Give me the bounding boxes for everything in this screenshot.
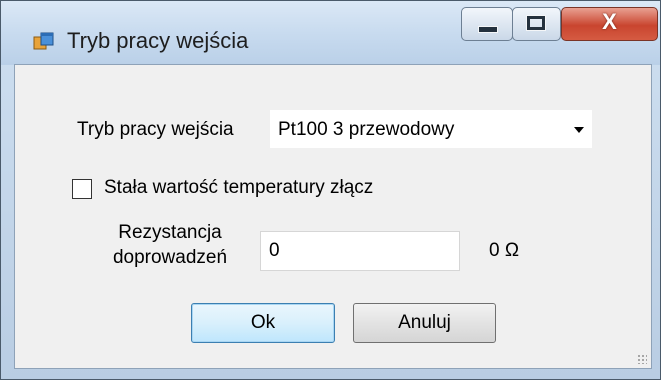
maximize-icon [527,16,545,30]
constant-temp-checkbox[interactable] [72,179,92,199]
resistance-label-line1: Rezystancja [118,222,222,243]
mode-select-value: Pt100 3 przewodowy [278,119,455,140]
constant-temp-label[interactable]: Stała wartość temperatury złącz [104,177,373,199]
mode-label: Tryb pracy wejścia [77,119,234,140]
title-bar[interactable]: Tryb pracy wejścia X [1,1,660,65]
dialog-window: Tryb pracy wejścia X Tryb pracy wejścia … [0,0,661,380]
close-button[interactable]: X [561,7,658,41]
chevron-down-icon[interactable] [574,127,584,133]
window-title: Tryb pracy wejścia [67,28,249,53]
minimize-button[interactable] [461,7,513,41]
mode-select[interactable]: Pt100 3 przewodowy [269,109,593,149]
resistance-label-line2: doprowadzeń [112,247,228,268]
resistance-input[interactable] [260,231,460,271]
dialog-client-area: Tryb pracy wejścia Pt100 3 przewodowy St… [14,64,652,369]
cancel-button[interactable]: Anuluj [353,303,496,343]
maximize-button[interactable] [512,7,561,41]
close-icon: X [602,9,617,34]
window-app-icon [33,32,54,50]
minimize-icon [478,26,498,33]
resize-grip[interactable] [637,354,647,364]
resistance-unit: 0 Ω [489,240,520,261]
ok-button[interactable]: Ok [191,303,335,343]
